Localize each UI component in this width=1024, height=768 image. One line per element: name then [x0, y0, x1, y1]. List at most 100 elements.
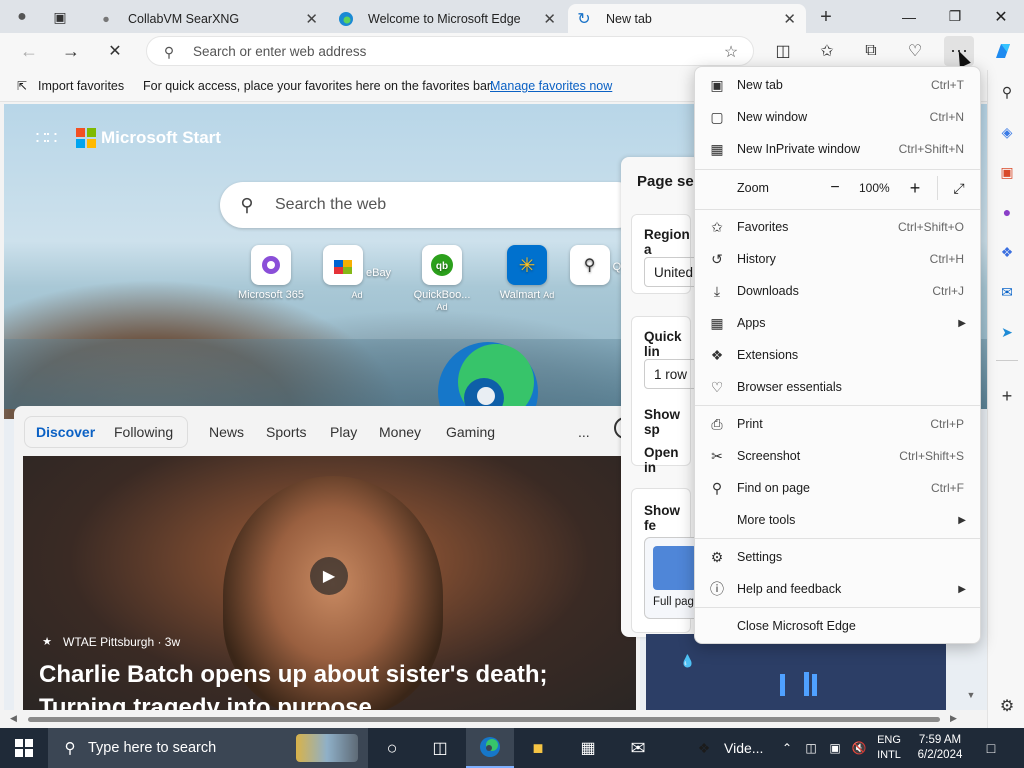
menu-item-new-window[interactable]: ▢ New window Ctrl+N — [695, 101, 980, 133]
tab-welcome-edge[interactable]: Welcome to Microsoft Edge ✕ — [330, 4, 566, 33]
import-favorites[interactable]: Import favorites — [38, 79, 124, 93]
web-search-input[interactable]: Search the web — [275, 196, 386, 214]
menu-item-settings[interactable]: ⚙ Settings — [695, 541, 980, 573]
play-icon[interactable]: ▶ — [310, 557, 348, 595]
horizontal-scrollbar[interactable]: ◀ ▶ — [4, 710, 987, 728]
menu-item-downloads[interactable]: ⤓ Downloads Ctrl+J — [695, 275, 980, 307]
people-icon[interactable]: ● — [995, 200, 1019, 224]
quick-link-quickbooks[interactable]: qb QuickBoo... Ad — [407, 245, 477, 313]
favorite-star-icon[interactable]: ☆ — [721, 42, 741, 62]
zoom-out-icon[interactable]: − — [823, 178, 847, 198]
mail-icon[interactable]: ✉ — [614, 728, 662, 768]
volume-mute-icon[interactable]: 🔇 — [850, 738, 868, 758]
close-tab-icon[interactable]: ✕ — [305, 10, 318, 28]
quick-link-microsoft-365[interactable]: Microsoft 365 — [236, 245, 306, 301]
tab-new-tab[interactable]: ↻ New tab ✕ — [568, 4, 806, 33]
cortana-icon[interactable]: ○ — [368, 728, 416, 768]
close-tab-icon[interactable]: ✕ — [543, 10, 556, 28]
menu-item-close-edge[interactable]: Close Microsoft Edge — [695, 610, 980, 642]
store-icon[interactable]: ▦ — [564, 728, 612, 768]
scroll-left-icon[interactable]: ◀ — [10, 713, 17, 724]
copilot-icon[interactable] — [988, 36, 1018, 66]
tray-chevron-icon[interactable]: ⌃ — [778, 738, 796, 758]
menu-item-screenshot[interactable]: ✂ Screenshot Ctrl+Shift+S — [695, 440, 980, 472]
news-card[interactable]: ▶ ★ WTAE Pittsburgh · 3w Charlie Batch o… — [23, 456, 636, 710]
split-screen-icon[interactable]: ◫ — [768, 36, 798, 66]
menu-item-extensions[interactable]: ❖ Extensions — [695, 339, 980, 371]
tab-actions-icon[interactable]: ▣ — [46, 4, 74, 30]
app-launcher-icon[interactable]: ∷∷ — [34, 126, 58, 150]
display-icon[interactable]: ▣ — [826, 738, 844, 758]
task-view-icon[interactable]: ◫ — [416, 728, 464, 768]
menu-shortcut: Ctrl+N — [929, 110, 964, 124]
quick-link-walmart[interactable]: ✳ Walmart Ad — [492, 245, 562, 301]
outlook-icon[interactable]: ✉ — [995, 280, 1019, 304]
search-icon[interactable]: ⚲ — [995, 80, 1019, 104]
menu-item-browser-essentials[interactable]: ♡ Browser essentials — [695, 371, 980, 403]
menu-item-history[interactable]: ↺ History Ctrl+H — [695, 243, 980, 275]
feed-tab-play[interactable]: Play — [330, 424, 357, 440]
notifications-icon[interactable]: □ — [980, 738, 1002, 758]
menu-item-new-tab[interactable]: ▣ New tab Ctrl+T — [695, 69, 980, 101]
language-indicator[interactable]: ENG INTL — [872, 733, 906, 765]
scroll-right-icon[interactable]: ▶ — [950, 713, 957, 724]
feed-tab-gaming[interactable]: Gaming — [446, 424, 495, 440]
feed-tab-sports[interactable]: Sports — [266, 424, 306, 440]
quick-link-ebay[interactable]: eBay Ad — [322, 245, 392, 301]
menu-item-apps[interactable]: ▦ Apps ▶ — [695, 307, 980, 339]
menu-item-more-tools[interactable]: More tools ▶ — [695, 504, 980, 536]
zoom-spacer — [707, 178, 727, 198]
feed-more-button[interactable]: ... — [578, 424, 590, 440]
feed-tab-news[interactable]: News — [209, 424, 244, 440]
collections-icon[interactable]: ⧉ — [856, 36, 886, 66]
close-window-icon[interactable]: ✕ — [978, 0, 1024, 33]
menu-item-inprivate[interactable]: ▦ New InPrivate window Ctrl+Shift+N — [695, 133, 980, 165]
favorites-icon[interactable]: ✩ — [812, 36, 842, 66]
zoom-in-icon[interactable]: + — [903, 178, 927, 198]
add-icon[interactable]: + — [995, 384, 1019, 408]
send-icon[interactable]: ➤ — [995, 320, 1019, 344]
tools-icon[interactable]: ▣ — [995, 160, 1019, 184]
windows-start-icon[interactable] — [0, 728, 48, 768]
browser-essentials-icon[interactable]: ♡ — [900, 36, 930, 66]
close-tab-icon[interactable]: ✕ — [783, 10, 796, 28]
edge-logo-icon — [436, 340, 540, 410]
restore-icon[interactable]: ❐ — [932, 0, 978, 33]
feed-tab-money[interactable]: Money — [379, 424, 421, 440]
stop-loading-icon[interactable]: ✕ — [100, 36, 130, 66]
video-app-button[interactable]: ❖ Vide... — [690, 728, 770, 768]
address-bar[interactable]: ⚲ Search or enter web address ☆ — [146, 36, 754, 66]
gear-icon: ⚙ — [710, 548, 724, 565]
shopping-tag-icon[interactable]: ◈ — [995, 120, 1019, 144]
forward-icon[interactable]: → — [56, 36, 86, 66]
taskbar-search-box[interactable]: ⚲ Type here to search — [48, 728, 368, 768]
minimize-icon[interactable]: — — [886, 0, 932, 33]
back-icon[interactable]: ← — [14, 36, 44, 66]
manage-favorites-link[interactable]: Manage favorites now — [490, 79, 612, 93]
fullscreen-icon[interactable]: ⤢ — [947, 178, 971, 198]
weather-widget[interactable]: 💧 — [646, 634, 946, 710]
tab-title: CollabVM SearXNG — [128, 11, 240, 26]
menu-shortcut: Ctrl+H — [929, 252, 964, 266]
profile-icon[interactable]: ● — [8, 4, 36, 30]
microsoft-365-icon[interactable]: ❖ — [995, 240, 1019, 264]
file-explorer-icon[interactable]: ■ — [514, 728, 562, 768]
menu-item-help-feedback[interactable]: ⓘ Help and feedback ▶ — [695, 573, 980, 605]
gear-icon[interactable]: ⚙ — [995, 694, 1019, 718]
scroll-thumb[interactable] — [28, 717, 940, 722]
web-search-box[interactable]: ⚲ Search the web — [220, 182, 640, 228]
new-tab-plus-icon[interactable]: + — [812, 4, 840, 30]
scroll-down-icon[interactable]: ▼ — [964, 688, 978, 702]
menu-item-find-on-page[interactable]: ⚲ Find on page Ctrl+F — [695, 472, 980, 504]
network-icon[interactable]: ◫ — [802, 738, 820, 758]
address-input[interactable]: Search or enter web address — [193, 44, 366, 59]
menu-item-print[interactable]: ⎙ Print Ctrl+P — [695, 408, 980, 440]
clock[interactable]: 7:59 AM 6/2/2024 — [912, 733, 968, 765]
news-headline[interactable]: Charlie Batch opens up about sister's de… — [39, 658, 629, 710]
menu-item-favorites[interactable]: ✩ Favorites Ctrl+Shift+O — [695, 211, 980, 243]
import-icon[interactable]: ⇱ — [14, 78, 30, 94]
taskbar-search-input[interactable]: Type here to search — [88, 740, 216, 756]
tab-collabvm[interactable]: ● CollabVM SearXNG ✕ — [90, 4, 328, 33]
menu-label: Extensions — [737, 348, 799, 362]
edge-taskbar-icon[interactable] — [466, 728, 514, 768]
